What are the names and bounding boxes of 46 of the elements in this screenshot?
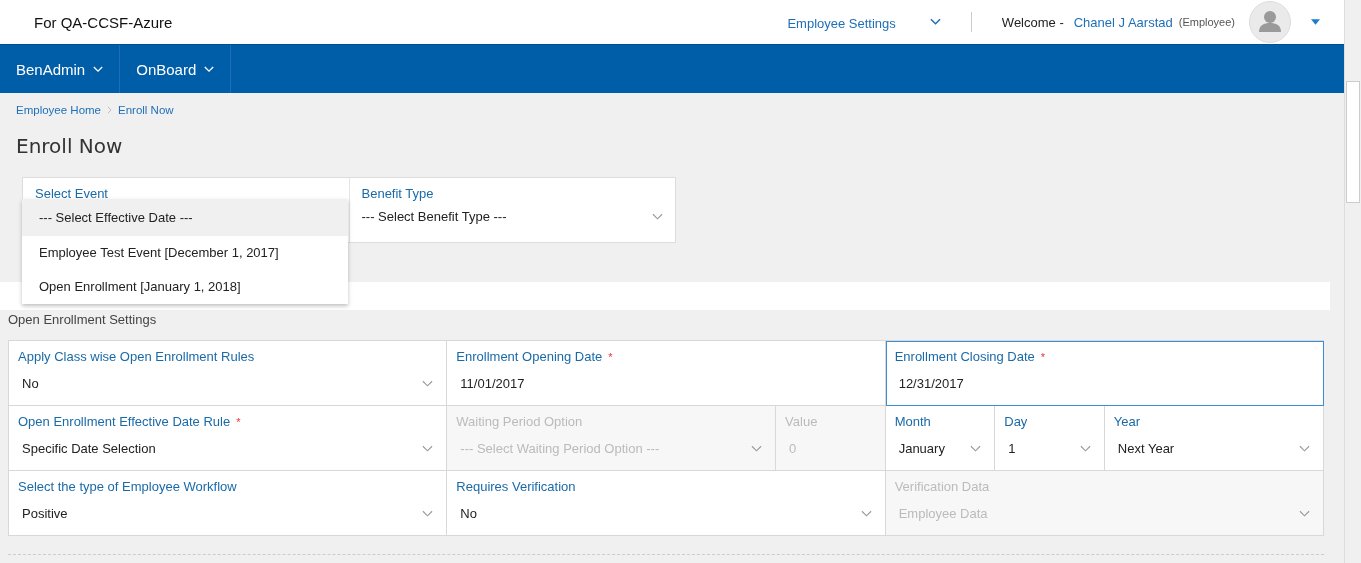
- required-mark: *: [608, 351, 613, 363]
- user-role: (Employee): [1178, 16, 1235, 28]
- page-title: Enroll Now: [16, 134, 124, 160]
- tenant-name: For QA-CCSF-Azure: [34, 13, 173, 31]
- chevron-down-icon: [204, 65, 215, 73]
- dropdown-option[interactable]: Open Enrollment [January 1, 2018]: [22, 270, 348, 304]
- dropdown-option[interactable]: --- Select Effective Date ---: [22, 199, 348, 236]
- welcome-text: Welcome -: [1001, 14, 1064, 30]
- field-label: Select Event: [35, 186, 109, 201]
- nav-menu-item[interactable]: OnBoard: [120, 45, 232, 93]
- avatar-icon[interactable]: [1249, 1, 1291, 43]
- chevron-down-icon: [422, 444, 434, 453]
- chevron-down-icon: [751, 444, 763, 453]
- nav-menu-item[interactable]: BenAdmin: [0, 45, 121, 93]
- select-field[interactable]: Open Enrollment Effective Date Rule * Specific Date Selection: [9, 406, 448, 471]
- breadcrumb-link[interactable]: Employee Home: [16, 104, 101, 116]
- breadcrumb-link[interactable]: Enroll Now: [118, 104, 174, 116]
- chevron-down-icon: [860, 509, 872, 518]
- chevron-down-icon: [970, 444, 982, 453]
- chevron-down-icon: [929, 18, 941, 26]
- caret-down-icon[interactable]: [1311, 19, 1320, 25]
- section-title: Open Enrollment Settings: [8, 312, 158, 329]
- chevron-down-icon: [1079, 444, 1091, 453]
- select-field[interactable]: Requires Verification No: [447, 471, 886, 536]
- select-field[interactable]: Apply Class wise Open Enrollment Rules No: [9, 341, 448, 406]
- required-mark: *: [1040, 351, 1046, 363]
- chevron-down-icon: [1299, 444, 1310, 453]
- input-field[interactable]: Enrollment Closing Date * 12/31/2017: [885, 341, 1324, 406]
- select-field[interactable]: Select the type of Employee Workflow Positive: [9, 471, 448, 536]
- dropdown-option[interactable]: Employee Test Event [December 1, 2017]: [22, 236, 348, 270]
- chevron-down-icon: [422, 379, 434, 388]
- chevron-down-icon: [93, 65, 104, 73]
- required-mark: *: [236, 416, 241, 428]
- select-field[interactable]: Day 1: [995, 406, 1105, 471]
- input-field[interactable]: Enrollment Opening Date * 11/01/2017: [447, 341, 886, 406]
- select-field[interactable]: --- Select Benefit Type ---: [361, 209, 663, 224]
- select-field[interactable]: Month January: [885, 406, 996, 471]
- chevron-down-icon: [652, 212, 663, 221]
- chevron-right-icon: [107, 106, 112, 114]
- user-name-link[interactable]: Chanel J Aarstad: [1073, 14, 1173, 30]
- field-label: Benefit Type: [361, 186, 435, 201]
- employee-settings-menu[interactable]: Employee Settings: [779, 13, 916, 31]
- select-field[interactable]: Year Next Year: [1104, 406, 1324, 471]
- chevron-down-icon: [1299, 509, 1310, 518]
- scrollbar[interactable]: [1344, 0, 1361, 563]
- chevron-down-icon: [422, 509, 434, 518]
